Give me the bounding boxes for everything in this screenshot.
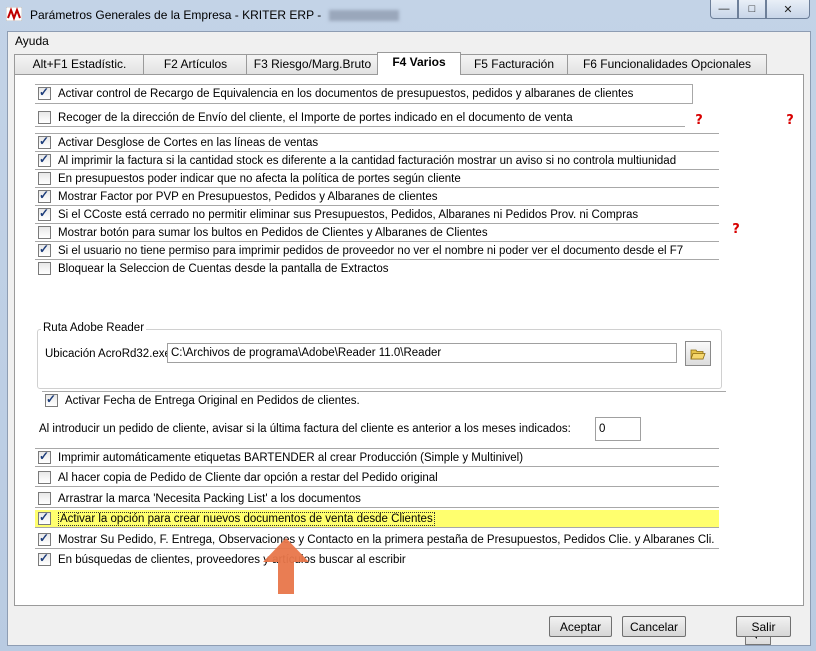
option-label: Activar la opción para crear nuevos docu… xyxy=(58,511,435,526)
menu-bar: Ayuda xyxy=(8,32,810,50)
meses-input[interactable] xyxy=(595,417,641,441)
checkbox[interactable] xyxy=(38,262,51,275)
salir-button[interactable]: Salir xyxy=(736,616,791,637)
redacted-db-name xyxy=(328,10,399,22)
option-label: Si el CCoste está cerrado no permitir el… xyxy=(58,208,639,221)
menu-item-ayuda[interactable]: Ayuda xyxy=(15,34,49,48)
option-label: Imprimir automáticamente etiquetas BARTE… xyxy=(58,451,524,464)
checkbox[interactable] xyxy=(38,471,51,484)
title-bar: Parámetros Generales de la Empresa - KRI… xyxy=(0,0,816,30)
acrord-path-input[interactable] xyxy=(167,343,677,363)
tab-articulos[interactable]: F2 Artículos xyxy=(143,54,248,74)
option-sumar-bultos[interactable]: Mostrar botón para sumar los bultos en P… xyxy=(35,224,719,242)
tab-funcionalidades[interactable]: F6 Funcionalidades Opcionales xyxy=(567,54,767,74)
checkbox[interactable] xyxy=(38,492,51,505)
option-desglose-cortes[interactable]: Activar Desglose de Cortes en las líneas… xyxy=(35,133,719,152)
option-buscar-al-escribir[interactable]: En búsquedas de clientes, proveedores y … xyxy=(35,551,719,568)
option-bloquear-cuentas[interactable]: Bloquear la Seleccion de Cuentas desde l… xyxy=(35,260,719,277)
option-label: Al imprimir la factura si la cantidad st… xyxy=(58,154,677,167)
tab-panel-varios: Activar control de Recargo de Equivalenc… xyxy=(14,74,804,645)
option-fecha-entrega-original[interactable]: Activar Fecha de Entrega Original en Ped… xyxy=(42,391,726,409)
option-label: En búsquedas de clientes, proveedores y … xyxy=(58,553,406,566)
checkbox[interactable] xyxy=(38,449,51,464)
acrord-label: Ubicación AcroRd32.exe xyxy=(45,348,171,360)
checkbox[interactable] xyxy=(45,392,58,407)
close-button[interactable]: ✕ xyxy=(766,0,810,19)
option-ccoste-cerrado[interactable]: Si el CCoste está cerrado no permitir el… xyxy=(35,206,719,224)
main-window: Parámetros Generales de la Empresa - KRI… xyxy=(0,0,816,651)
option-label: Mostrar Su Pedido, F. Entrega, Observaci… xyxy=(58,533,715,546)
checkbox[interactable] xyxy=(38,85,51,100)
option-label: Mostrar Factor por PVP en Presupuestos, … xyxy=(58,190,438,203)
help-icon[interactable]: ? xyxy=(692,114,706,127)
tab-varios[interactable]: F4 Varios xyxy=(377,52,461,75)
window-title: Parámetros Generales de la Empresa - KRI… xyxy=(30,8,399,22)
option-label: En presupuestos poder indicar que no afe… xyxy=(58,172,461,185)
checkbox[interactable] xyxy=(38,111,51,124)
dialog-client-area: Ayuda Alt+F1 Estadístic. F2 Artículos F3… xyxy=(7,31,811,646)
checkbox[interactable] xyxy=(38,226,51,239)
option-label: Activar control de Recargo de Equivalenc… xyxy=(58,87,634,100)
option-label: Bloquear la Seleccion de Cuentas desde l… xyxy=(58,262,389,275)
help-icon[interactable]: ? xyxy=(783,114,797,127)
app-icon xyxy=(6,7,22,21)
tab-facturacion[interactable]: F5 Facturación xyxy=(459,54,569,74)
option-label: Recoger de la dirección de Envío del cli… xyxy=(58,111,573,124)
meses-label: Al introducir un pedido de cliente, avis… xyxy=(39,423,571,435)
checkbox[interactable] xyxy=(38,172,51,185)
option-politica-portes[interactable]: En presupuestos poder indicar que no afe… xyxy=(35,170,719,188)
tab-strip: Alt+F1 Estadístic. F2 Artículos F3 Riesg… xyxy=(14,52,804,75)
option-label: Activar Desglose de Cortes en las líneas… xyxy=(58,136,319,149)
option-aviso-multiunidad[interactable]: Al imprimir la factura si la cantidad st… xyxy=(35,152,719,170)
adobe-group-label: Ruta Adobe Reader xyxy=(41,322,147,334)
annotation-arrow-icon xyxy=(263,538,309,594)
help-icon[interactable]: ? xyxy=(729,223,743,236)
aceptar-button[interactable]: Aceptar xyxy=(549,616,612,637)
option-label: Mostrar botón para sumar los bultos en P… xyxy=(58,226,488,239)
folder-open-icon xyxy=(690,349,706,359)
tab-estadistic[interactable]: Alt+F1 Estadístic. xyxy=(14,54,145,74)
option-bartender[interactable]: Imprimir automáticamente etiquetas BARTE… xyxy=(35,448,719,467)
checkbox[interactable] xyxy=(38,242,51,257)
checkbox[interactable] xyxy=(38,134,51,149)
checkbox[interactable] xyxy=(38,551,51,566)
option-packing-list[interactable]: Arrastrar la marca 'Necesita Packing Lis… xyxy=(35,490,719,508)
option-label: Si el usuario no tiene permiso para impr… xyxy=(58,244,684,257)
option-label: Activar Fecha de Entrega Original en Ped… xyxy=(65,394,360,407)
option-copia-pedido[interactable]: Al hacer copia de Pedido de Cliente dar … xyxy=(35,469,719,487)
option-permiso-pedidos-proveedor[interactable]: Si el usuario no tiene permiso para impr… xyxy=(35,242,719,260)
option-label: Al hacer copia de Pedido de Cliente dar … xyxy=(58,471,438,484)
minimize-button[interactable]: — xyxy=(710,0,738,19)
option-crear-documentos-venta[interactable]: Activar la opción para crear nuevos docu… xyxy=(35,510,719,528)
checkbox[interactable] xyxy=(38,206,51,221)
option-su-pedido-primera-pestana[interactable]: Mostrar Su Pedido, F. Entrega, Observaci… xyxy=(35,531,719,549)
checkbox[interactable] xyxy=(38,531,51,546)
option-factor-pvp[interactable]: Mostrar Factor por PVP en Presupuestos, … xyxy=(35,188,719,206)
option-recargo-equivalencia[interactable]: Activar control de Recargo de Equivalenc… xyxy=(35,85,692,102)
tab-riesgo[interactable]: F3 Riesgo/Marg.Bruto xyxy=(246,54,379,74)
cancelar-button[interactable]: Cancelar xyxy=(622,616,686,637)
checkbox[interactable] xyxy=(38,152,51,167)
maximize-button[interactable]: □ xyxy=(738,0,766,19)
checkbox[interactable] xyxy=(38,188,51,203)
option-recoger-portes[interactable]: Recoger de la dirección de Envío del cli… xyxy=(35,109,685,127)
option-label: Arrastrar la marca 'Necesita Packing Lis… xyxy=(58,492,361,505)
browse-folder-button[interactable] xyxy=(685,341,711,366)
checkbox[interactable] xyxy=(38,510,51,525)
